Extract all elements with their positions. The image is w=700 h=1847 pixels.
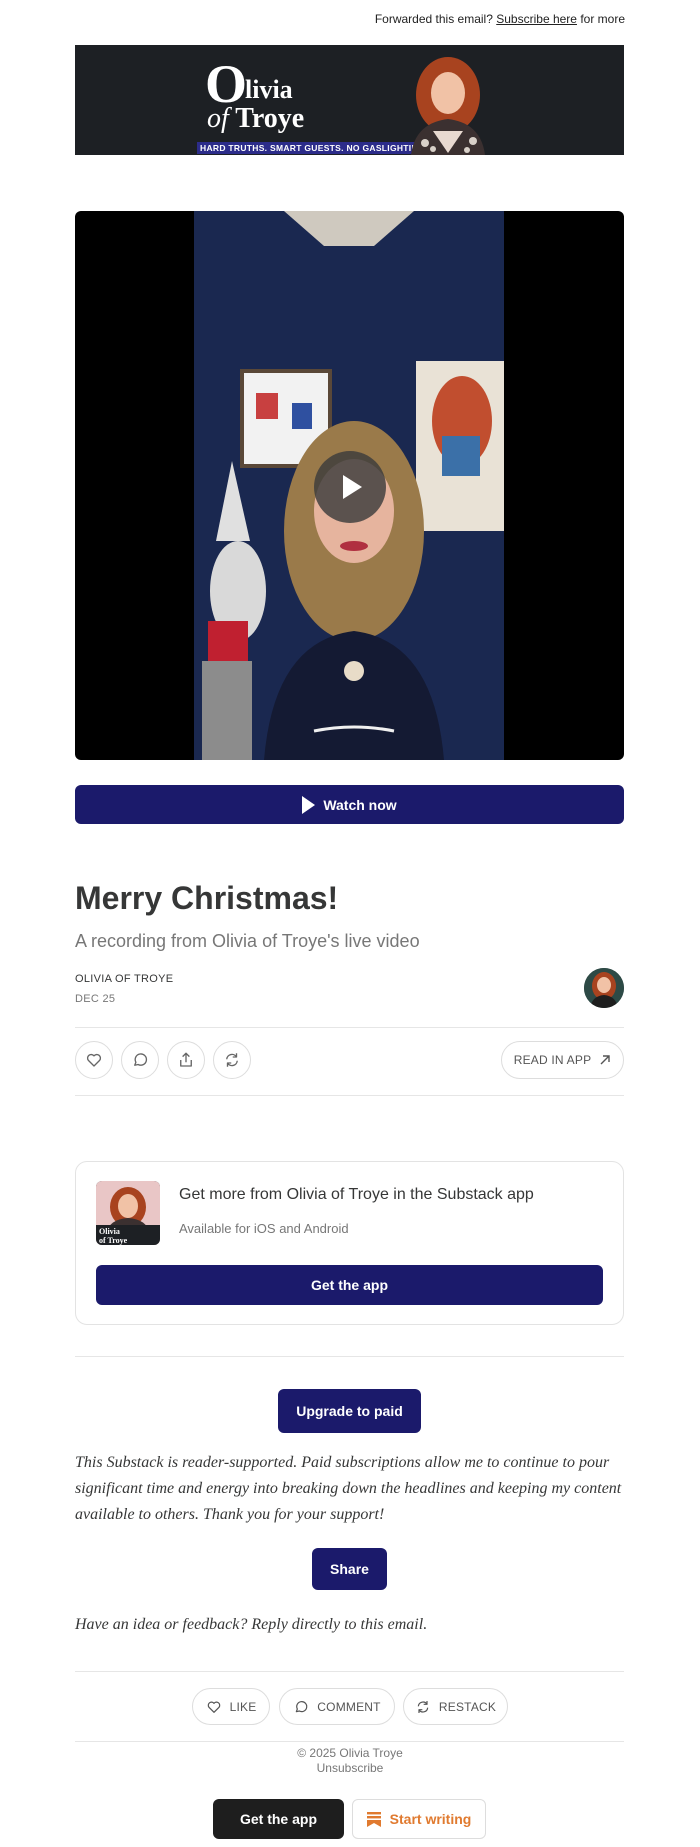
footer-get-app-button[interactable]: Get the app bbox=[213, 1799, 344, 1839]
support-message: This Substack is reader-supported. Paid … bbox=[75, 1454, 622, 1523]
like-button[interactable] bbox=[75, 1041, 113, 1079]
restack-icon bbox=[226, 1053, 238, 1067]
copyright: © 2025 Olivia Troye bbox=[297, 1746, 403, 1760]
post-title: Merry Christmas! bbox=[75, 880, 339, 916]
heart-icon bbox=[207, 1701, 220, 1713]
forwarded-note: Forwarded this email? Subscribe here for… bbox=[375, 12, 625, 26]
substack-icon bbox=[366, 1811, 381, 1827]
app-promo-title: Get more from Olivia of Troye in the Sub… bbox=[179, 1186, 534, 1203]
post-author[interactable]: OLIVIA OF TROYE bbox=[75, 973, 173, 985]
svg-text:Olivia: Olivia bbox=[99, 1227, 120, 1236]
start-writing-button[interactable]: Start writing bbox=[352, 1799, 486, 1839]
restack-icon bbox=[417, 1700, 429, 1713]
avatar[interactable] bbox=[584, 968, 624, 1008]
comment-icon bbox=[134, 1053, 148, 1066]
share-icon bbox=[180, 1052, 192, 1067]
app-promo-subtitle: Available for iOS and Android bbox=[179, 1221, 349, 1236]
arrow-up-right-icon bbox=[600, 1055, 610, 1065]
like-pill-button[interactable]: LIKE bbox=[192, 1688, 270, 1725]
publication-banner[interactable]: O livia of Troye HARD TRUTHS. SMART GUES… bbox=[75, 45, 624, 155]
share-text-button[interactable]: Share bbox=[312, 1548, 387, 1590]
heart-icon bbox=[86, 1053, 102, 1067]
watch-now-button[interactable]: Watch now bbox=[75, 785, 624, 824]
subscribe-link[interactable]: Subscribe here bbox=[496, 12, 577, 26]
play-icon bbox=[302, 795, 316, 814]
divider bbox=[75, 1741, 624, 1742]
banner-tagline: HARD TRUTHS. SMART GUESTS. NO GASLIGHTIN… bbox=[197, 142, 431, 154]
post-date: DEC 25 bbox=[75, 993, 116, 1005]
get-app-button[interactable]: Get the app bbox=[96, 1265, 603, 1305]
app-promo-card: Olivia of Troye Get more from Olivia of … bbox=[75, 1161, 624, 1325]
app-thumbnail: Olivia of Troye bbox=[96, 1181, 160, 1245]
svg-text:of Troye: of Troye bbox=[99, 1236, 128, 1245]
divider bbox=[75, 1027, 624, 1028]
video-player[interactable] bbox=[75, 211, 624, 760]
banner-portrait bbox=[411, 57, 485, 155]
restack-button[interactable] bbox=[213, 1041, 251, 1079]
feedback-note: Have an idea or feedback? Reply directly… bbox=[75, 1616, 428, 1633]
upgrade-to-paid-button[interactable]: Upgrade to paid bbox=[278, 1389, 421, 1433]
play-icon[interactable] bbox=[314, 451, 386, 523]
restack-pill-button[interactable]: RESTACK bbox=[403, 1688, 508, 1725]
share-button[interactable] bbox=[167, 1041, 205, 1079]
forwarded-prefix: Forwarded this email? bbox=[374, 12, 493, 26]
divider bbox=[75, 1671, 624, 1672]
unsubscribe-link[interactable]: Unsubscribe bbox=[0, 1761, 700, 1775]
read-in-app-button[interactable]: READ IN APP bbox=[501, 1041, 624, 1079]
comment-icon bbox=[296, 1700, 308, 1712]
publication-logo: O livia of Troye bbox=[205, 54, 305, 134]
comment-pill-button[interactable]: COMMENT bbox=[279, 1688, 395, 1725]
forwarded-suffix: for more bbox=[580, 12, 625, 26]
divider bbox=[75, 1356, 624, 1357]
divider bbox=[75, 1095, 624, 1096]
post-subtitle: A recording from Olivia of Troye's live … bbox=[75, 931, 420, 951]
comment-button[interactable] bbox=[121, 1041, 159, 1079]
